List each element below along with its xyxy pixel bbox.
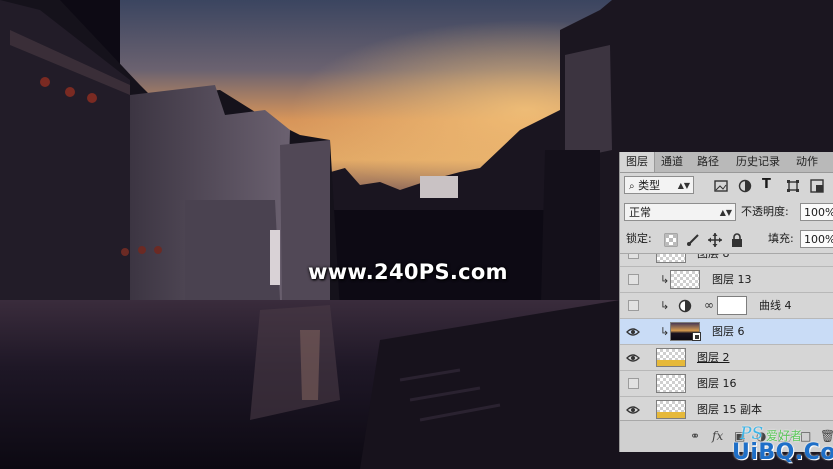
layer-thumbnail	[656, 374, 686, 393]
chain-link-icon[interactable]: ∞	[704, 298, 714, 312]
lock-all-icon[interactable]	[730, 233, 744, 247]
lock-row: 锁定: 填充: 100%	[620, 227, 833, 254]
fill-label: 填充:	[768, 232, 794, 245]
layer-row[interactable]: 图层 2	[620, 345, 833, 371]
layer-name: 曲线 4	[759, 299, 792, 312]
layer-list: 图层 8 ↳ 图层 13 ↳ ∞ 曲线 4 ↳ 图层 6	[620, 254, 833, 420]
layer-name: 图层 6	[712, 325, 745, 338]
layer-name: 图层 13	[712, 273, 752, 286]
tab-actions[interactable]: 动作	[792, 152, 822, 172]
layer-row-selected[interactable]: ↳ 图层 6	[620, 319, 833, 345]
tab-history[interactable]: 历史记录	[728, 152, 788, 172]
visibility-toggle[interactable]	[628, 300, 639, 311]
lock-label: 锁定:	[626, 232, 652, 245]
opacity-field[interactable]: 100%	[800, 203, 833, 221]
fx-icon[interactable]: fx	[712, 429, 723, 443]
clipping-arrow-icon: ↳	[660, 299, 670, 312]
layer-thumbnail	[670, 270, 700, 289]
layer-thumbnail	[656, 348, 686, 367]
fill-field[interactable]: 100%	[800, 230, 833, 248]
link-icon[interactable]: ⚭	[690, 429, 700, 443]
visibility-toggle[interactable]	[628, 274, 639, 285]
search-icon: ⌕	[629, 181, 635, 192]
filter-row: ⌕ 类型 ▲▼ T	[620, 173, 833, 199]
eye-icon[interactable]	[626, 325, 640, 339]
clipping-arrow-icon: ↳	[660, 325, 670, 338]
layer-name: 图层 2	[697, 351, 730, 364]
clipping-arrow-icon: ↳	[660, 273, 670, 286]
lock-transparency-icon[interactable]	[664, 233, 678, 247]
adjustment-layer-icon	[678, 299, 692, 313]
smart-object-filter-icon[interactable]	[810, 179, 824, 193]
layer-name: 图层 15 副本	[697, 403, 762, 416]
lock-position-icon[interactable]	[708, 233, 722, 247]
adjustment-filter-icon[interactable]	[738, 179, 752, 193]
layer-row[interactable]: ↳ ∞ 曲线 4	[620, 293, 833, 319]
blend-row: 正常 ▲▼ 不透明度: 100%	[620, 200, 833, 226]
dropdown-arrow-icon: ▲▼	[677, 181, 690, 190]
logo-site-text: UiBQ.CoM	[732, 440, 833, 465]
layers-panel: 图层 通道 路径 历史记录 动作 ⌕ 类型 ▲▼ T 正常 ▲▼ 不透明度: 1…	[619, 152, 833, 452]
layer-name: 图层 8	[697, 254, 730, 267]
tab-paths[interactable]: 路径	[692, 152, 724, 172]
eye-icon[interactable]	[626, 403, 640, 417]
watermark-text: www.240PS.com	[308, 260, 508, 284]
filter-type-label: 类型	[638, 179, 661, 192]
blend-mode-label: 正常	[629, 206, 651, 219]
layer-row[interactable]: 图层 8	[620, 254, 833, 267]
tab-channels[interactable]: 通道	[656, 152, 688, 172]
filter-type-dropdown[interactable]: ⌕ 类型 ▲▼	[624, 176, 694, 194]
text-filter-icon[interactable]: T	[762, 176, 771, 194]
visibility-toggle[interactable]	[628, 254, 639, 259]
layer-mask-thumbnail[interactable]	[717, 296, 747, 315]
lock-pixels-icon[interactable]	[686, 233, 700, 247]
visibility-toggle[interactable]	[628, 378, 639, 389]
shape-filter-icon[interactable]	[786, 179, 800, 193]
image-filter-icon[interactable]	[714, 179, 728, 193]
blend-mode-dropdown[interactable]: 正常 ▲▼	[624, 203, 736, 221]
tab-layers[interactable]: 图层	[620, 152, 655, 172]
layer-thumbnail	[656, 400, 686, 419]
layer-row[interactable]: ↳ 图层 13	[620, 267, 833, 293]
layer-row[interactable]: 图层 16	[620, 371, 833, 397]
smart-object-icon	[692, 332, 701, 341]
dropdown-arrow-icon: ▲▼	[719, 208, 732, 217]
site-logo: PS 爱好者 UiBQ.CoM	[728, 424, 833, 469]
eye-icon[interactable]	[626, 351, 640, 365]
panel-tabs: 图层 通道 路径 历史记录 动作	[620, 152, 833, 173]
layer-thumbnail	[656, 254, 686, 263]
layer-name: 图层 16	[697, 377, 737, 390]
opacity-label: 不透明度:	[741, 205, 789, 218]
layer-row[interactable]: 图层 15 副本	[620, 397, 833, 420]
